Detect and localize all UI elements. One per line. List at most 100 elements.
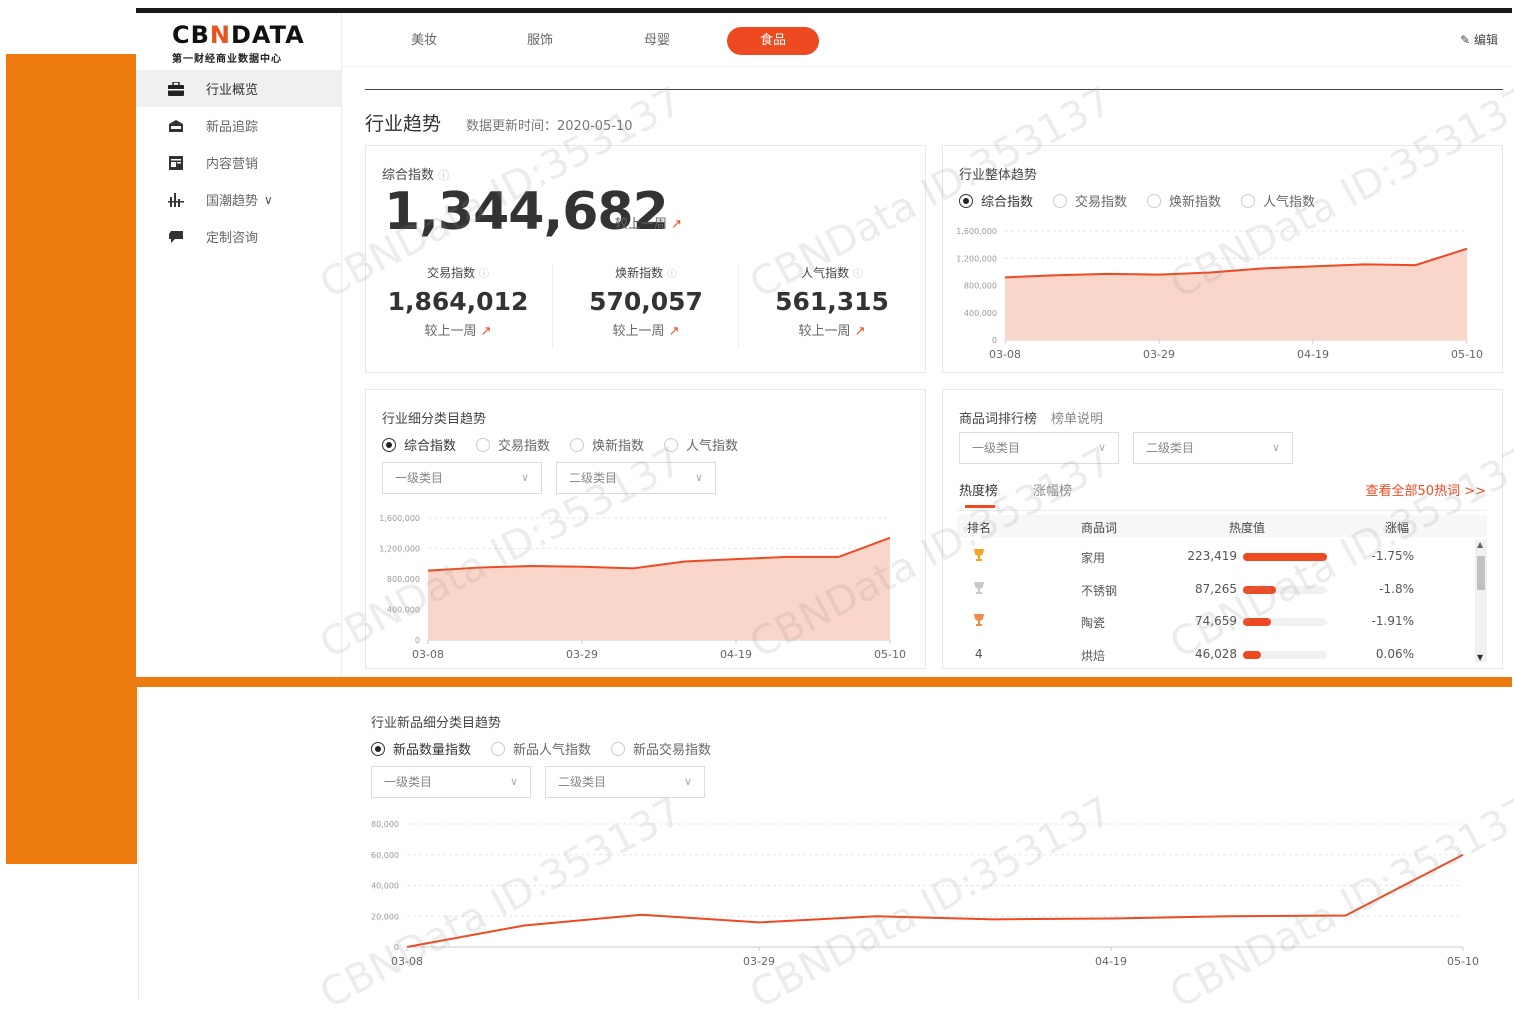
trend-up-icon: ↗ <box>480 324 492 339</box>
sidebar-item-content-marketing[interactable]: 内容营销 <box>136 144 341 181</box>
popularity-index-value: 561,315 <box>775 287 889 316</box>
trade-index-label: 交易指数 ⓘ <box>366 264 550 281</box>
radio-dot <box>611 741 626 756</box>
chevron-down-icon: ∨ <box>683 775 692 788</box>
help-icon[interactable]: ⓘ <box>667 269 677 280</box>
scroll-down-icon[interactable]: ▼ <box>1477 653 1483 662</box>
new-badge-icon <box>168 119 184 133</box>
y-tick-label: 1,200,000 <box>956 254 997 263</box>
radio-trade[interactable]: 交易指数 <box>476 435 550 454</box>
secondary-category-select[interactable]: 二级类目 ∨ <box>1133 432 1293 464</box>
new-product-trend-chart: 80,000 60,000 40,000 20,000 0 03-08 03-29 04-19… <box>371 820 1479 968</box>
header-keyword: 商品词 <box>1081 521 1118 535</box>
sidebar-item-custom-consulting[interactable]: 定制咨询 <box>136 218 341 255</box>
tab-food[interactable]: 食品 <box>727 27 819 55</box>
logo[interactable]: CBNDATA 第一财经商业数据中心 <box>172 21 305 65</box>
heat-bar <box>1243 650 1327 659</box>
radio-new-count[interactable]: 新品数量指数 <box>371 739 471 758</box>
y-tick-label: 800,000 <box>964 282 997 291</box>
primary-category-select[interactable]: 一级类目 ∨ <box>959 432 1119 464</box>
radio-dot <box>664 437 679 452</box>
scroll-thumb[interactable] <box>1477 556 1485 590</box>
tab-beauty[interactable]: 美妆 <box>378 27 470 55</box>
renewal-index: 焕新指数 ⓘ 570,057 较上一周 ↗ <box>554 264 738 339</box>
ranking-title: 商品词排行榜 榜单说明 <box>959 408 1103 427</box>
document-icon <box>168 155 184 170</box>
radio-renewal[interactable]: 焕新指数 <box>1147 191 1221 210</box>
tab-hot-list[interactable]: 热度榜 <box>959 480 998 499</box>
select-value: 一级类目 <box>395 471 444 485</box>
help-icon[interactable]: ⓘ <box>853 269 863 280</box>
divider <box>552 264 553 348</box>
chevron-down-icon: ∨ <box>694 471 703 484</box>
table-row[interactable]: 陶瓷 74,659 -1.91% <box>957 605 1487 637</box>
composite-index-card: 综合指数 ⓘ 1,344,682 较上一周 ↗ 交易指数 ⓘ 1,864,012… <box>365 145 926 373</box>
sidebar-item-guochao-trend[interactable]: 国潮趋势 ∨ <box>136 181 341 218</box>
radio-new-trade[interactable]: 新品交易指数 <box>611 739 711 758</box>
primary-category-select[interactable]: 一级类目 ∨ <box>371 766 531 798</box>
y-tick-label: 80,000 <box>371 820 399 829</box>
radio-trade[interactable]: 交易指数 <box>1053 191 1127 210</box>
tab-apparel[interactable]: 服饰 <box>494 27 586 55</box>
tab-baby[interactable]: 母婴 <box>611 27 703 55</box>
subcategory-trend-title: 行业细分类目趋势 <box>382 412 487 427</box>
popularity-index-compare: 较上一周 ↗ <box>740 320 924 339</box>
radio-label: 交易指数 <box>1075 195 1128 210</box>
sidebar-item-label: 新品追踪 <box>206 120 259 135</box>
heat-bar-fill <box>1243 553 1327 561</box>
x-tick-label: 03-29 <box>743 955 775 968</box>
sidebar-item-label: 行业概览 <box>206 83 259 98</box>
secondary-category-select[interactable]: 二级类目 ∨ <box>556 462 716 494</box>
radio-new-popularity[interactable]: 新品人气指数 <box>491 739 591 758</box>
secondary-category-select[interactable]: 二级类目 ∨ <box>545 766 705 798</box>
heat-value: 223,419 <box>1187 549 1237 563</box>
y-tick-label: 20,000 <box>371 912 399 921</box>
help-icon[interactable]: ⓘ <box>438 169 449 182</box>
select-value: 二级类目 <box>558 775 607 789</box>
ranking-explain-link[interactable]: 榜单说明 <box>1051 412 1103 427</box>
edit-button[interactable]: ✎ 编辑 <box>1460 31 1498 48</box>
compare-text: 较上一周 <box>798 324 851 339</box>
edit-label: 编辑 <box>1473 33 1498 47</box>
scroll-up-icon[interactable]: ▲ <box>1477 540 1483 549</box>
bronze-trophy-icon <box>973 613 985 630</box>
sub-label-text: 人气指数 <box>801 266 850 280</box>
series-area <box>428 537 890 640</box>
radio-renewal[interactable]: 焕新指数 <box>570 435 644 454</box>
keyword: 家用 <box>1081 551 1106 565</box>
sidebar-item-industry-overview[interactable]: 行业概览 <box>136 70 341 107</box>
primary-category-select[interactable]: 一级类目 ∨ <box>382 462 542 494</box>
logo-text-n: N <box>209 21 231 49</box>
sidebar-item-new-products[interactable]: 新品追踪 <box>136 107 341 144</box>
table-row[interactable]: 不锈钢 87,265 -1.8% <box>957 573 1487 605</box>
view-all-link[interactable]: 查看全部50热词 >> <box>1366 480 1486 499</box>
keyword: 陶瓷 <box>1081 616 1106 630</box>
series-line <box>406 853 1464 948</box>
help-icon[interactable]: ⓘ <box>479 269 489 280</box>
table-row[interactable]: 家用 223,419 -1.75% <box>957 540 1487 572</box>
radio-popularity[interactable]: 人气指数 <box>664 435 738 454</box>
renewal-index-label: 焕新指数 ⓘ <box>554 264 738 281</box>
radio-popularity[interactable]: 人气指数 <box>1241 191 1315 210</box>
radio-dot <box>491 741 506 756</box>
y-tick-label: 60,000 <box>371 851 399 860</box>
overall-trend-title: 行业整体趋势 <box>959 168 1038 183</box>
heat-bar-fill <box>1243 618 1271 626</box>
subcategory-trend-chart: 1,600,000 1,200,000 800,000 400,000 0 03-08 03… <box>379 514 906 661</box>
x-tick-label: 03-08 <box>412 648 444 661</box>
radio-label: 人气指数 <box>686 439 739 454</box>
y-tick-label: 1,600,000 <box>956 227 997 236</box>
subcategory-trend-card: 行业细分类目趋势 综合指数 交易指数 焕新指数 人气指数 一级类目 ∨ 二级类目 ∨… <box>365 389 926 669</box>
change-value: -1.91% <box>1371 614 1414 628</box>
divider <box>738 264 739 348</box>
sidebar-nav: 行业概览 新品追踪 内容营销 国潮趋势 ∨ 定制咨询 <box>136 70 341 255</box>
tab-rise-list[interactable]: 涨幅榜 <box>1033 480 1072 499</box>
scrollbar[interactable]: ▲ ▼ <box>1475 540 1487 662</box>
radio-composite[interactable]: 综合指数 <box>959 191 1033 210</box>
heat-bar-fill <box>1243 650 1261 659</box>
heat-bar-fill <box>1243 585 1276 594</box>
radio-composite[interactable]: 综合指数 <box>382 435 456 454</box>
logo-subtitle: 第一财经商业数据中心 <box>172 54 282 65</box>
table-row[interactable]: 4 烘焙 46,028 0.06% <box>957 638 1487 670</box>
new-product-trend-card: 行业新品细分类目趋势 新品数量指数 新品人气指数 新品交易指数 一级类目 ∨ 二级… <box>355 694 1500 1000</box>
